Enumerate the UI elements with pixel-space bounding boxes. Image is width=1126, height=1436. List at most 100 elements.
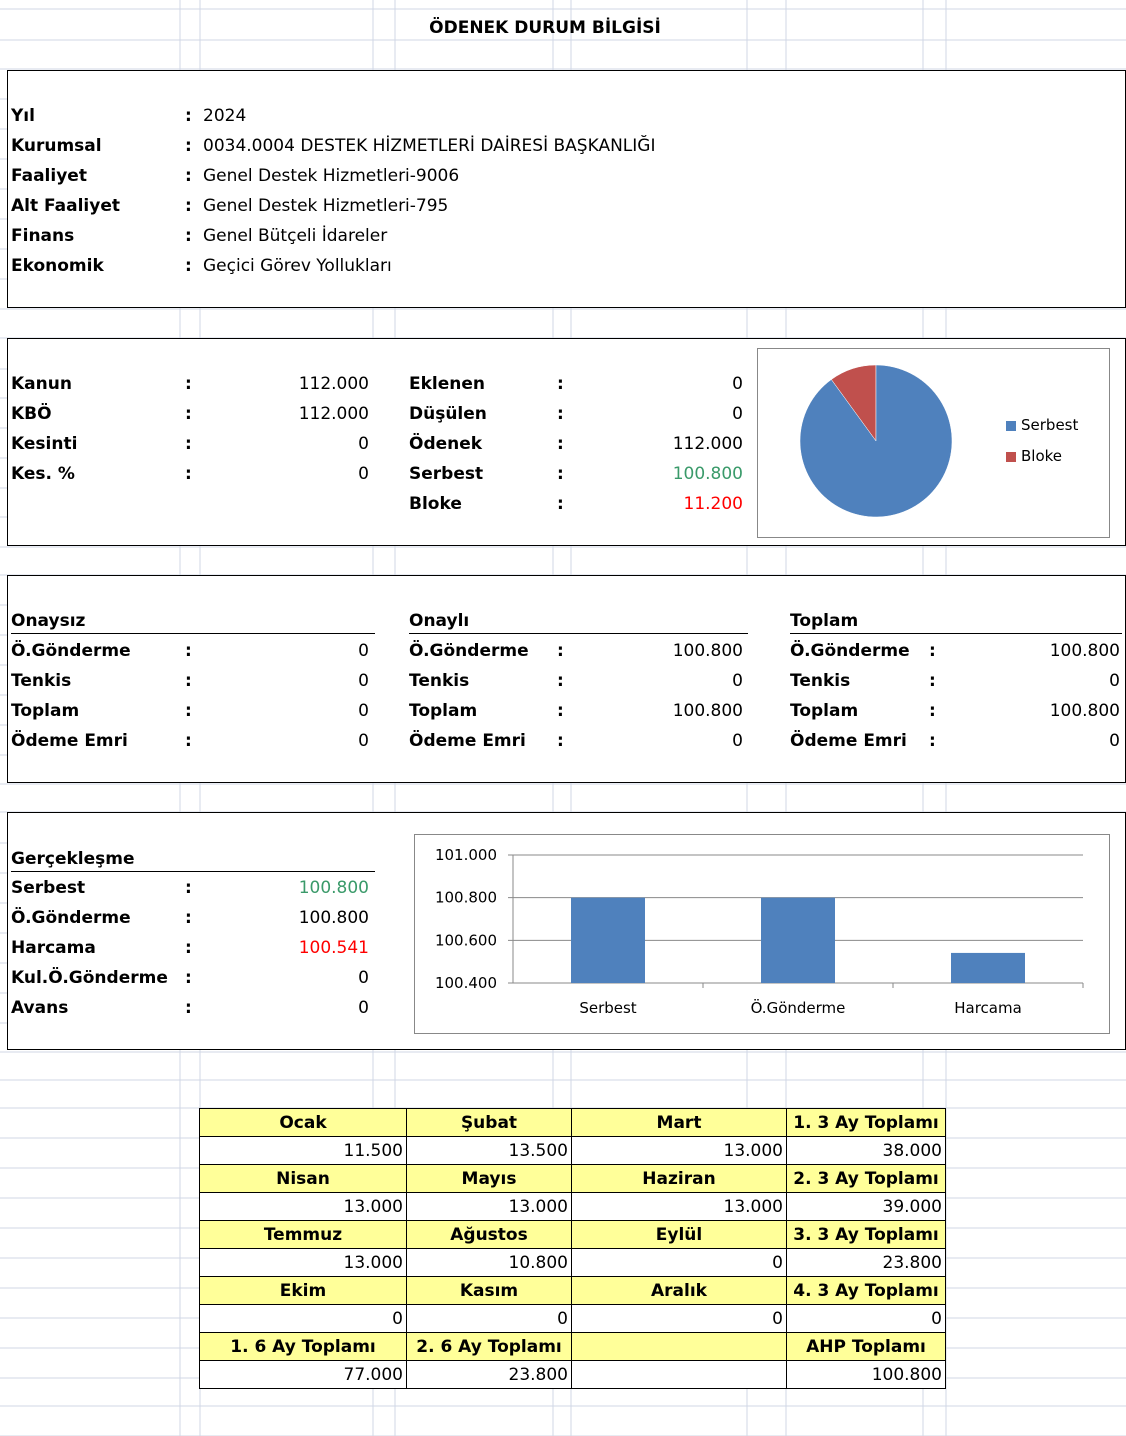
month-header-cell: AHP Toplamı — [786, 1332, 946, 1361]
budget-label: Ödenek — [409, 434, 483, 454]
colon: : — [557, 671, 564, 691]
colon: : — [185, 908, 192, 928]
month-value-cell: 13.000 — [199, 1192, 407, 1221]
colon: : — [185, 196, 192, 216]
approval-value: 0 — [358, 701, 369, 721]
budget-label: Kes. % — [11, 464, 75, 484]
month-header-cell — [571, 1332, 787, 1361]
month-header-cell: Mart — [571, 1108, 787, 1137]
x-tick-label: Harcama — [954, 999, 1022, 1017]
month-header-cell: Aralık — [571, 1276, 787, 1305]
pie-slice-serbest — [799, 364, 953, 518]
colon: : — [929, 641, 936, 661]
legend-swatch — [1006, 420, 1016, 431]
month-header-row: Temmuz Ağustos Eylül 3. 3 Ay Toplamı — [199, 1220, 946, 1249]
colon: : — [557, 494, 564, 514]
pie-chart — [799, 364, 953, 518]
budget-value: 0 — [732, 404, 743, 424]
month-value-cell: 13.000 — [406, 1192, 572, 1221]
month-value-cell: 0 — [406, 1304, 572, 1333]
info-value: 0034.0004 DESTEK HİZMETLERİ DAİRESİ BAŞK… — [203, 136, 656, 156]
legend-label: Bloke — [1021, 447, 1063, 465]
approval-label: Ö.Gönderme — [11, 641, 131, 661]
approval-value: 100.800 — [672, 641, 743, 661]
section-title: Onaysız — [11, 611, 86, 631]
colon: : — [557, 434, 564, 454]
month-header-cell: 1. 6 Ay Toplamı — [199, 1332, 407, 1361]
colon: : — [185, 256, 192, 276]
realization-value: 100.800 — [298, 908, 369, 928]
month-header-cell: Ağustos — [406, 1220, 572, 1249]
month-header-row: Ocak Şubat Mart 1. 3 Ay Toplamı — [199, 1108, 946, 1137]
approval-value: 0 — [358, 671, 369, 691]
month-value-row: 13.000 13.000 13.000 39.000 — [199, 1192, 946, 1221]
section-title: Gerçekleşme — [11, 849, 135, 869]
bar-chart-panel: 101.000 100.800 100.600 100.400 Serbest Ö.Gön… — [414, 834, 1110, 1034]
colon: : — [185, 731, 192, 751]
section-underline — [11, 633, 375, 634]
month-header-row: Nisan Mayıs Haziran 2. 3 Ay Toplamı — [199, 1164, 946, 1193]
month-value-cell: 0 — [571, 1248, 787, 1277]
colon: : — [185, 938, 192, 958]
month-header-cell: 3. 3 Ay Toplamı — [786, 1220, 946, 1249]
info-value: Genel Destek Hizmetleri-795 — [203, 196, 449, 216]
approval-label: Ö.Gönderme — [409, 641, 529, 661]
realization-value: 100.541 — [298, 938, 369, 958]
realization-value: 0 — [358, 998, 369, 1018]
x-tick-label: Serbest — [579, 999, 636, 1017]
colon: : — [929, 731, 936, 751]
info-label: Alt Faaliyet — [11, 196, 120, 216]
bar-2 — [761, 897, 835, 983]
month-header-cell: Nisan — [199, 1164, 407, 1193]
info-value: 2024 — [203, 106, 247, 126]
info-label: Faaliyet — [11, 166, 87, 186]
pie-legend-item: Bloke — [1006, 447, 1062, 465]
budget-label: Düşülen — [409, 404, 487, 424]
month-value-cell: 13.500 — [406, 1136, 572, 1165]
colon: : — [185, 136, 192, 156]
approval-label: Ö.Gönderme — [790, 641, 910, 661]
colon: : — [557, 701, 564, 721]
colon: : — [185, 226, 192, 246]
section-underline — [11, 871, 375, 872]
info-panel — [7, 70, 1126, 308]
colon: : — [185, 968, 192, 988]
approval-label: Tenkis — [11, 671, 72, 691]
month-header-cell: Şubat — [406, 1108, 572, 1137]
month-value-row: 0000 — [199, 1304, 946, 1333]
month-value-cell: 39.000 — [786, 1192, 946, 1221]
colon: : — [929, 671, 936, 691]
approval-label: Toplam — [11, 701, 80, 721]
colon: : — [557, 404, 564, 424]
budget-value: 0 — [358, 464, 369, 484]
section-title: Onaylı — [409, 611, 470, 631]
approval-label: Tenkis — [409, 671, 470, 691]
pie-chart-panel: Serbest Bloke — [757, 348, 1110, 538]
legend-label: Serbest — [1021, 416, 1079, 434]
month-header-row: Ekim Kasım Aralık 4. 3 Ay Toplamı — [199, 1276, 946, 1305]
month-value-row: 13.000 10.800 0 23.800 — [199, 1248, 946, 1277]
approval-label: Tenkis — [790, 671, 851, 691]
month-value-cell: 77.000 — [199, 1360, 407, 1389]
info-value: Genel Destek Hizmetleri-9006 — [203, 166, 460, 186]
y-tick-label: 100.400 — [435, 974, 497, 992]
month-header-cell: Haziran — [571, 1164, 787, 1193]
approval-label: Toplam — [409, 701, 478, 721]
colon: : — [185, 998, 192, 1018]
realization-label: Avans — [11, 998, 69, 1018]
approval-panel — [7, 575, 1126, 783]
month-header-cell: Mayıs — [406, 1164, 572, 1193]
realization-label: Ö.Gönderme — [11, 908, 131, 928]
month-value-cell: 11.500 — [199, 1136, 407, 1165]
month-header-cell: 1. 3 Ay Toplamı — [786, 1108, 946, 1137]
realization-value: 100.800 — [298, 878, 369, 898]
budget-label: Kanun — [11, 374, 72, 394]
y-tick-label: 100.800 — [435, 889, 497, 907]
colon: : — [185, 701, 192, 721]
budget-value: 112.000 — [298, 404, 369, 424]
colon: : — [185, 464, 192, 484]
monthly-table: Ocak Şubat Mart 1. 3 Ay Toplamı 11.500 13.500… — [199, 1108, 946, 1389]
approval-value: 0 — [732, 731, 743, 751]
month-value-row: 77.000 23.800 100.800 — [199, 1360, 946, 1389]
approval-label: Ödeme Emri — [790, 731, 907, 751]
